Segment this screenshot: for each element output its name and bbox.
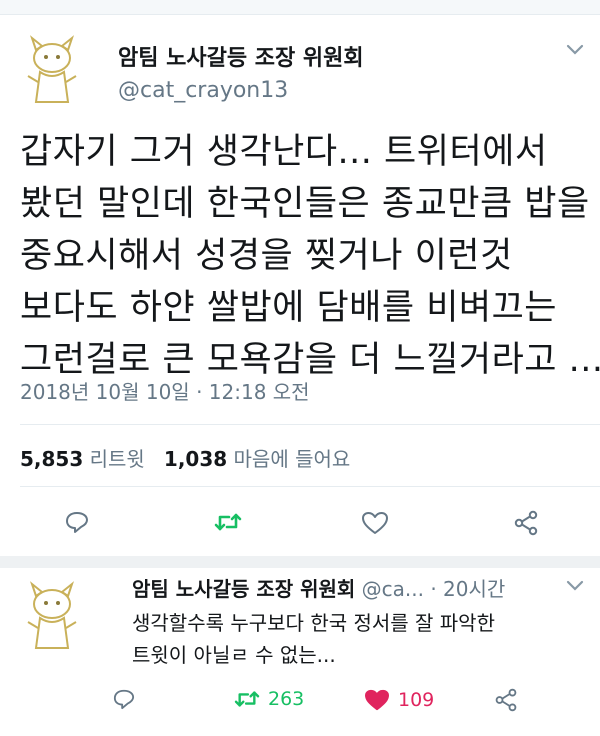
retweet-icon	[214, 513, 242, 531]
reply-reply-button[interactable]	[112, 688, 136, 710]
reply-author-name[interactable]: 암팀 노사갈등 조장 위원회	[132, 577, 355, 601]
tweet-menu-caret[interactable]	[566, 44, 584, 56]
tweet-timestamp[interactable]: 2018년 10월 10일 · 12:18 오전	[20, 376, 310, 405]
tweet-text: 갑자기 그거 생각난다... 트위터에서 봤던 말인데 한국인들은 종교만큼 밥…	[20, 126, 600, 386]
tweet-stats: 5,853 리트윗 1,038 마음에 들어요	[20, 443, 350, 472]
retweet-button[interactable]	[214, 510, 242, 534]
like-label[interactable]: 마음에 들어요	[234, 447, 351, 471]
share-button[interactable]	[513, 510, 539, 536]
reply-menu-caret[interactable]	[566, 580, 584, 592]
speech-bubble-icon	[66, 512, 88, 533]
author-avatar[interactable]	[18, 32, 86, 104]
reply-author-avatar[interactable]	[18, 578, 86, 650]
reply-retweet-button[interactable]: 263	[234, 688, 304, 710]
retweet-label[interactable]: 리트윗	[90, 447, 145, 471]
chevron-down-icon	[566, 44, 584, 55]
tweet-text-line: 보다도 하얀 쌀밥에 담배를 비벼끄는	[20, 288, 558, 328]
reply-like-button[interactable]: 109	[364, 688, 434, 712]
reply-time-ago[interactable]: · 20시간	[430, 577, 505, 601]
tweet-text-line: 갑자기 그거 생각난다... 트위터에서	[20, 132, 548, 172]
divider	[20, 486, 600, 487]
chevron-down-icon	[566, 580, 584, 591]
reply-text-line: 생각할수록 누구보다 한국 정서를 잘 파악한	[132, 611, 495, 635]
retweet-icon	[234, 691, 260, 707]
section-separator	[0, 556, 600, 568]
reply-button[interactable]	[64, 510, 90, 534]
heart-icon	[362, 512, 388, 534]
speech-bubble-icon	[113, 689, 135, 710]
author-handle[interactable]: @cat_crayon13	[118, 78, 288, 103]
share-icon	[514, 510, 538, 536]
like-button[interactable]	[361, 510, 389, 536]
heart-icon	[365, 689, 389, 711]
reply-header: 암팀 노사갈등 조장 위원회 @ca... · 20시간	[132, 573, 505, 602]
reply-author-handle[interactable]: @ca...	[362, 577, 424, 601]
reply-retweet-count: 263	[268, 688, 305, 710]
reply-text: 생각할수록 누구보다 한국 정서를 잘 파악한 트윗이 아닐ㄹ 수 없는...	[132, 607, 495, 671]
reply-like-count: 109	[398, 689, 435, 711]
author-name[interactable]: 암팀 노사갈등 조장 위원회	[118, 40, 364, 72]
divider	[20, 424, 600, 425]
tweet-text-line: 중요시해서 성경을 찢거나 이런것	[20, 236, 513, 276]
reply-share-button[interactable]	[494, 688, 518, 712]
previous-item-edge	[0, 0, 600, 15]
share-icon	[495, 688, 517, 712]
reply-text-line: 트윗이 아닐ㄹ 수 없는...	[132, 643, 336, 667]
like-count[interactable]: 1,038	[164, 447, 227, 471]
retweet-count[interactable]: 5,853	[20, 447, 83, 471]
tweet-text-line: 봤던 말인데 한국인들은 종교만큼 밥을	[20, 184, 590, 224]
